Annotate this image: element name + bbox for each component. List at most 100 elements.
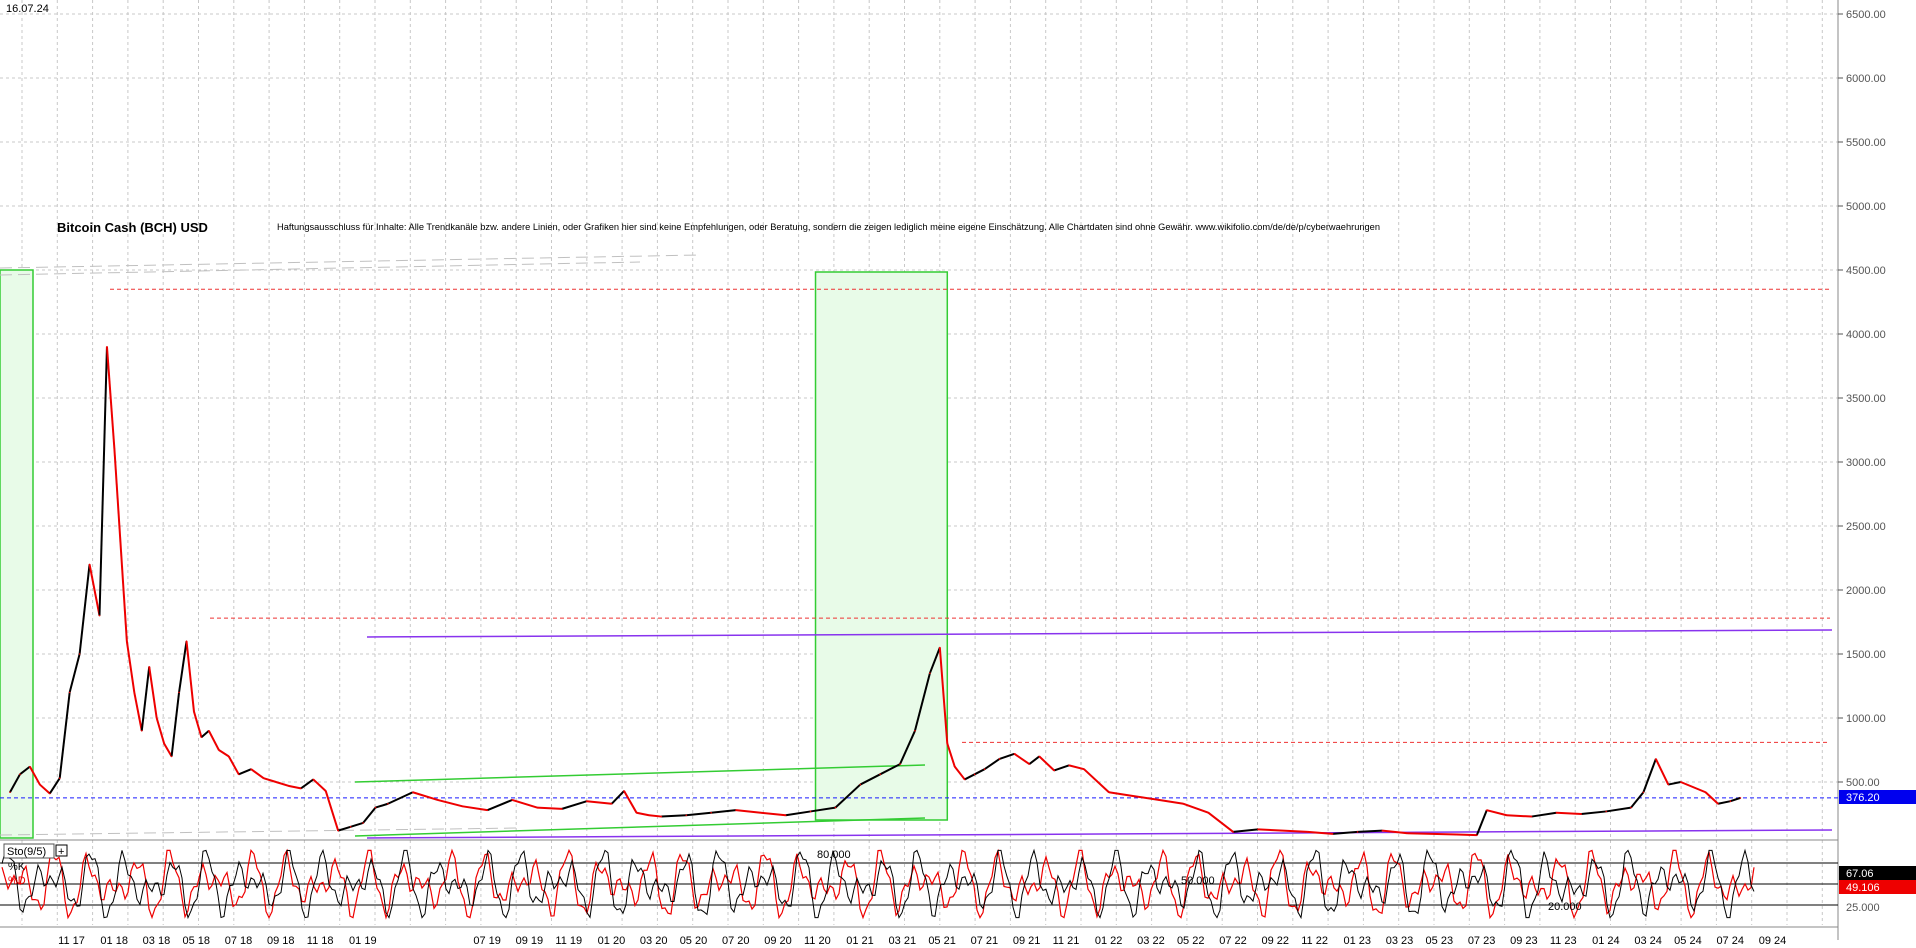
level-80-label: 80.000 <box>817 849 851 861</box>
price-point <box>1356 831 1359 833</box>
price-point <box>1642 791 1645 794</box>
x-tick-label: 05 20 <box>680 935 708 947</box>
price-segment <box>1258 828 1283 832</box>
price-point <box>1068 764 1070 767</box>
price-segment <box>1407 832 1433 835</box>
price-point <box>953 765 956 768</box>
price-point <box>1132 795 1135 797</box>
price-point <box>78 653 81 655</box>
x-tick-label: 01 19 <box>349 935 377 947</box>
y-tick-label: 2500.00 <box>1846 521 1886 533</box>
y-tick-label: 1500.00 <box>1846 649 1886 661</box>
price-point <box>1739 797 1742 799</box>
x-tick-label: 07 23 <box>1468 935 1496 947</box>
price-point <box>963 778 966 781</box>
chart-title: Bitcoin Cash (BCH) USD <box>57 220 208 235</box>
price-point <box>929 672 931 674</box>
price-point <box>1306 831 1309 833</box>
price-point <box>1232 831 1235 833</box>
plus-icon[interactable]: + <box>58 846 64 858</box>
x-tick-label: 03 21 <box>889 935 917 947</box>
price-point <box>511 799 514 801</box>
price-point <box>834 806 837 809</box>
stoch-axis-25: 25.000 <box>1846 902 1880 914</box>
price-point <box>983 768 986 770</box>
price-point <box>1580 813 1583 815</box>
price-point <box>1692 786 1694 788</box>
price-point <box>1381 829 1384 832</box>
price-point <box>623 790 625 792</box>
y-tick-label: 6500.00 <box>1846 9 1886 21</box>
price-point <box>193 710 195 713</box>
price-point <box>200 736 203 738</box>
price-point <box>1257 828 1259 831</box>
price-point <box>998 758 1001 760</box>
price-point <box>29 765 31 768</box>
x-tick-label: 09 19 <box>516 935 544 947</box>
x-tick-label: 05 24 <box>1674 935 1702 947</box>
x-tick-label: 03 22 <box>1137 935 1165 947</box>
price-point <box>1505 814 1508 817</box>
price-segment <box>1456 833 1477 837</box>
y-tick-label: 3000.00 <box>1846 457 1886 469</box>
price-point <box>973 773 976 776</box>
k-value: 67.06 <box>1846 868 1874 880</box>
d-label: %D <box>8 875 26 887</box>
x-tick-label: 11 22 <box>1301 935 1328 947</box>
price-point <box>163 742 165 745</box>
x-tick-label: 09 23 <box>1510 935 1538 947</box>
price-point <box>39 783 41 786</box>
x-tick-label: 11 18 <box>307 935 334 947</box>
price-point <box>648 814 650 817</box>
price-point <box>1028 763 1031 765</box>
price-point <box>939 646 941 649</box>
x-tick-label: 03 18 <box>143 935 171 947</box>
price-point <box>118 525 121 527</box>
price-point <box>1331 833 1334 835</box>
price-point <box>1655 758 1657 760</box>
price-point <box>1282 829 1284 832</box>
price-point <box>735 809 737 811</box>
price-point <box>1704 791 1707 794</box>
price-point <box>411 791 414 794</box>
x-tick-label: 03 20 <box>640 935 668 947</box>
price-segment <box>1506 814 1532 818</box>
price-point <box>275 781 277 783</box>
d-value: 49.106 <box>1846 882 1880 894</box>
x-tick-label: 05 22 <box>1177 935 1205 947</box>
price-point <box>185 640 188 642</box>
price-point <box>58 777 61 779</box>
price-point <box>486 809 489 811</box>
price-point <box>635 811 638 814</box>
price-point <box>362 822 364 824</box>
x-tick-label: 07 24 <box>1716 935 1744 947</box>
price-point <box>436 799 439 801</box>
x-tick-label: 09 20 <box>764 935 792 947</box>
price-segment <box>1357 829 1383 833</box>
price-point <box>1157 799 1160 801</box>
x-tick-label: 09 22 <box>1261 935 1289 947</box>
price-point <box>1485 809 1488 811</box>
price-point <box>1053 769 1055 772</box>
x-tick-label: 11 17 <box>58 935 85 947</box>
price-point <box>312 778 315 781</box>
price-point <box>879 773 881 776</box>
x-tick-label: 11 23 <box>1550 935 1577 947</box>
x-tick-label: 01 23 <box>1344 935 1372 947</box>
price-segment <box>537 806 562 810</box>
price-point <box>1013 753 1016 755</box>
price-point <box>1555 811 1558 814</box>
price-point <box>218 749 220 751</box>
y-tick-label: 1000.00 <box>1846 713 1886 725</box>
price-point <box>374 806 377 809</box>
price-point <box>946 742 949 745</box>
price-point <box>1630 806 1632 809</box>
price-point <box>113 448 116 451</box>
price-point <box>208 730 210 732</box>
x-tick-label: 11 19 <box>555 935 582 947</box>
price-point <box>461 805 464 808</box>
indicator-label[interactable]: Sto(9/5) <box>7 846 46 858</box>
price-chart: 6500.00 6000.00 5500.00 5000.00 4500.00 4000.… <box>0 0 1916 948</box>
price-point <box>133 691 136 694</box>
price-point <box>178 691 180 694</box>
